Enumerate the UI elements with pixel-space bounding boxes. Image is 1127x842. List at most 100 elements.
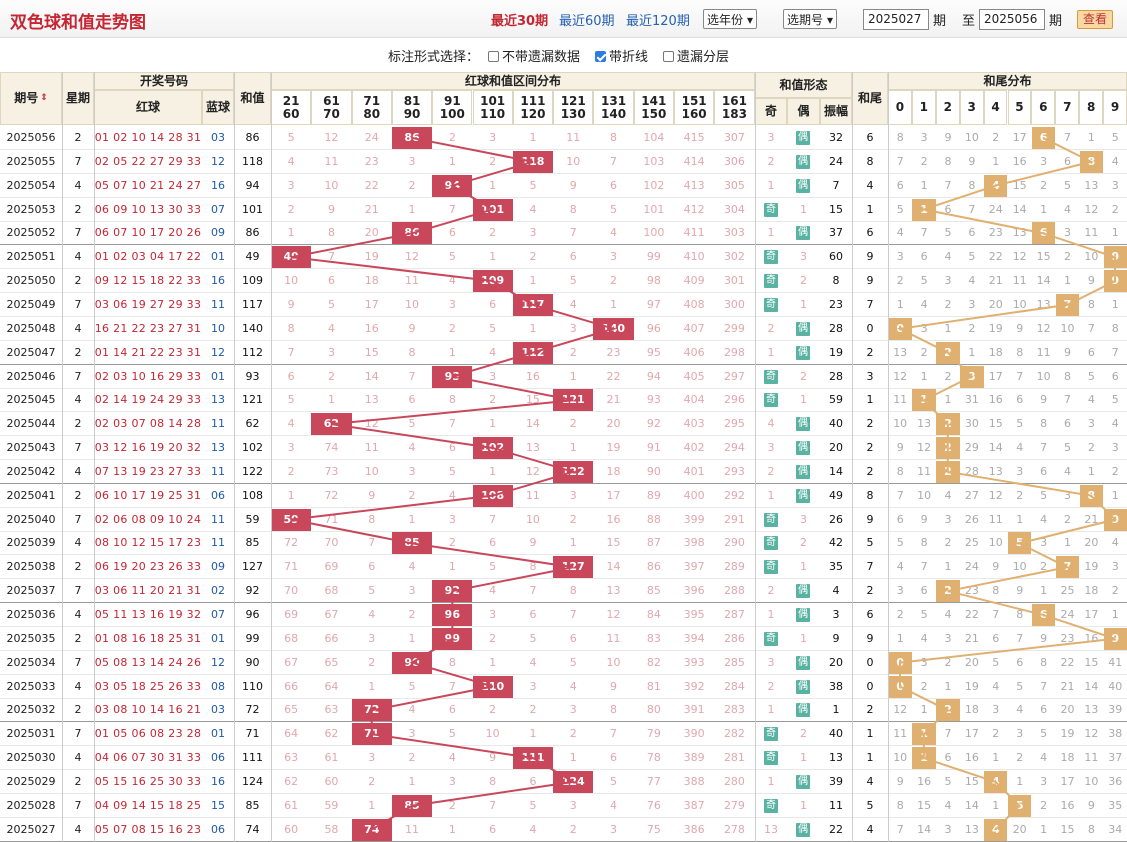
option-line[interactable]: 带折线 xyxy=(595,46,648,65)
tail-miss-cell: 3 xyxy=(944,512,952,526)
recent-60-link[interactable]: 最近60期 xyxy=(559,10,615,29)
odd-badge: 奇 xyxy=(764,297,778,312)
odd-cell: 2 xyxy=(767,679,775,693)
tail-miss-cell: 17 xyxy=(1060,774,1075,788)
sum-cell: 94 xyxy=(245,178,260,192)
even-badge: 偶 xyxy=(796,417,810,432)
table-row: 2025042 4 07 13 19 23 27 33 11 122 2 73 10 3 5 1 12… xyxy=(0,460,1127,484)
sum-zone-hit: 101 xyxy=(472,198,513,221)
even-cell: 3 xyxy=(800,250,807,264)
from-issue-input[interactable]: 2025027 xyxy=(863,9,929,30)
tail-cell: 4 xyxy=(866,822,874,836)
tail-miss-cell: 7 xyxy=(896,154,904,168)
checkbox-layer[interactable] xyxy=(663,51,674,62)
zone-header-low: 111 xyxy=(520,93,546,108)
tail-miss-cell: 22 xyxy=(1060,655,1075,669)
zone-miss-cell: 5 xyxy=(529,178,537,192)
recent-120-link[interactable]: 最近120期 xyxy=(626,10,690,29)
even-cell: 偶 xyxy=(787,412,820,436)
zone-miss-cell: 1 xyxy=(489,464,497,478)
sum-zone-hit: 96 xyxy=(432,604,473,626)
to-issue-input[interactable]: 2025056 xyxy=(979,9,1045,30)
tail-miss-cell: 28 xyxy=(964,464,979,478)
zone-miss-cell: 307 xyxy=(723,131,745,144)
zone-miss-cell: 8 xyxy=(368,512,376,526)
zone-miss-cell: 7 xyxy=(327,250,335,264)
zone-header-low: 91 xyxy=(443,93,461,108)
even-cell: 偶 xyxy=(787,770,820,794)
column-divider xyxy=(888,72,889,842)
tail-miss-cell: 4 xyxy=(1063,202,1071,216)
odd-cell: 1 xyxy=(767,703,775,717)
tail-miss-cell: 4 xyxy=(1016,703,1024,717)
even-cell: 偶 xyxy=(787,484,820,508)
zone-header: 红球和值区间分布 xyxy=(271,72,755,90)
checkbox-line[interactable] xyxy=(595,51,606,62)
sum-zone-hit: 85 xyxy=(391,794,433,817)
red-balls-cell: 05 07 10 21 24 27 xyxy=(94,178,202,192)
zone-miss-cell: 94 xyxy=(646,369,661,383)
amplitude-cell: 39 xyxy=(829,774,843,788)
zone-miss-cell: 3 xyxy=(610,822,618,836)
red-balls-cell: 05 11 13 16 19 32 xyxy=(94,608,202,621)
red-balls-cell: 08 10 12 15 17 23 xyxy=(94,536,202,550)
zone-miss-cell: 5 xyxy=(529,798,537,812)
tail-miss-cell: 15 xyxy=(988,417,1003,431)
zone-miss-cell: 75 xyxy=(646,822,661,836)
zone-miss-cell: 3 xyxy=(489,369,497,383)
table-row: 2025027 4 05 07 08 15 16 23 06 74 60 58 74 11 1 6 4… xyxy=(0,818,1127,842)
tail-hit: 2 xyxy=(936,413,960,436)
zone-miss-cell: 7 xyxy=(610,727,618,741)
table-row: 2025051 4 01 02 03 04 17 22 01 49 49 7 19 12 5 1 2 6… xyxy=(0,245,1127,270)
zone-miss-cell: 83 xyxy=(646,631,661,645)
even-cell: 1 xyxy=(800,798,807,812)
sum-zone-hit: 93 xyxy=(432,365,473,388)
issue-select[interactable]: 选期号 xyxy=(783,9,838,29)
option-layer[interactable]: 遗漏分层 xyxy=(663,46,729,65)
option-no-miss[interactable]: 不带遗漏数据 xyxy=(488,46,580,65)
tail-miss-cell: 4 xyxy=(944,488,952,502)
zone-miss-cell: 9 xyxy=(529,536,537,550)
recent-30-link[interactable]: 最近30期 xyxy=(491,10,548,29)
red-balls-cell: 03 05 18 25 26 33 xyxy=(94,679,202,693)
amplitude-cell: 49 xyxy=(829,488,843,502)
zone-miss-cell: 84 xyxy=(646,608,661,621)
sort-icon[interactable]: ⇕ xyxy=(40,92,48,105)
zone-miss-cell: 7 xyxy=(448,417,456,431)
tail-miss-cell: 8 xyxy=(1087,297,1095,311)
tail-miss-cell: 24 xyxy=(964,560,979,574)
sum-zone-hit: 99 xyxy=(432,627,473,650)
tail-miss-cell: 6 xyxy=(1111,369,1119,383)
even-cell: 偶 xyxy=(787,460,820,484)
week-cell: 2 xyxy=(74,560,82,574)
blue-ball-cell: 12 xyxy=(211,345,225,359)
query-button[interactable]: 查看 xyxy=(1077,10,1113,29)
tail-col-header-3: 3 xyxy=(959,90,984,125)
red-balls-cell: 03 08 10 14 16 21 xyxy=(94,703,202,717)
tail-miss-cell: 1 xyxy=(1063,536,1071,550)
zone-miss-cell: 104 xyxy=(643,131,665,144)
week-cell: 4 xyxy=(74,822,82,836)
sum-cell: 118 xyxy=(242,154,263,168)
year-select[interactable]: 选年份 xyxy=(703,9,758,29)
odd-cell: 奇 xyxy=(755,555,787,579)
zone-miss-cell: 20 xyxy=(606,417,621,431)
zone-miss-cell: 3 xyxy=(610,250,618,264)
tail-miss-cell: 2 xyxy=(1016,751,1024,765)
tail-miss-cell: 7 xyxy=(992,608,1000,621)
tail-miss-cell: 1 xyxy=(1111,488,1119,502)
tail-miss-cell: 1 xyxy=(1111,297,1119,311)
checkbox-no-miss[interactable] xyxy=(488,51,499,62)
zone-miss-cell: 60 xyxy=(324,774,339,788)
zone-miss-cell: 3 xyxy=(569,703,577,717)
odd-cell: 13 xyxy=(764,822,778,836)
period-header[interactable]: 期号 ⇕ xyxy=(0,72,62,125)
sum-zone-hit: 86 xyxy=(391,222,433,245)
zone-miss-cell: 13 xyxy=(606,584,621,598)
zone-miss-cell: 408 xyxy=(683,297,705,311)
red-balls-cell: 01 02 10 14 28 31 xyxy=(94,131,202,144)
even-badge: 偶 xyxy=(796,584,810,599)
zone-header-8: 131 140 xyxy=(593,90,634,125)
zone-miss-cell: 5 xyxy=(529,631,537,645)
tail-hit: 4 xyxy=(984,818,1008,841)
